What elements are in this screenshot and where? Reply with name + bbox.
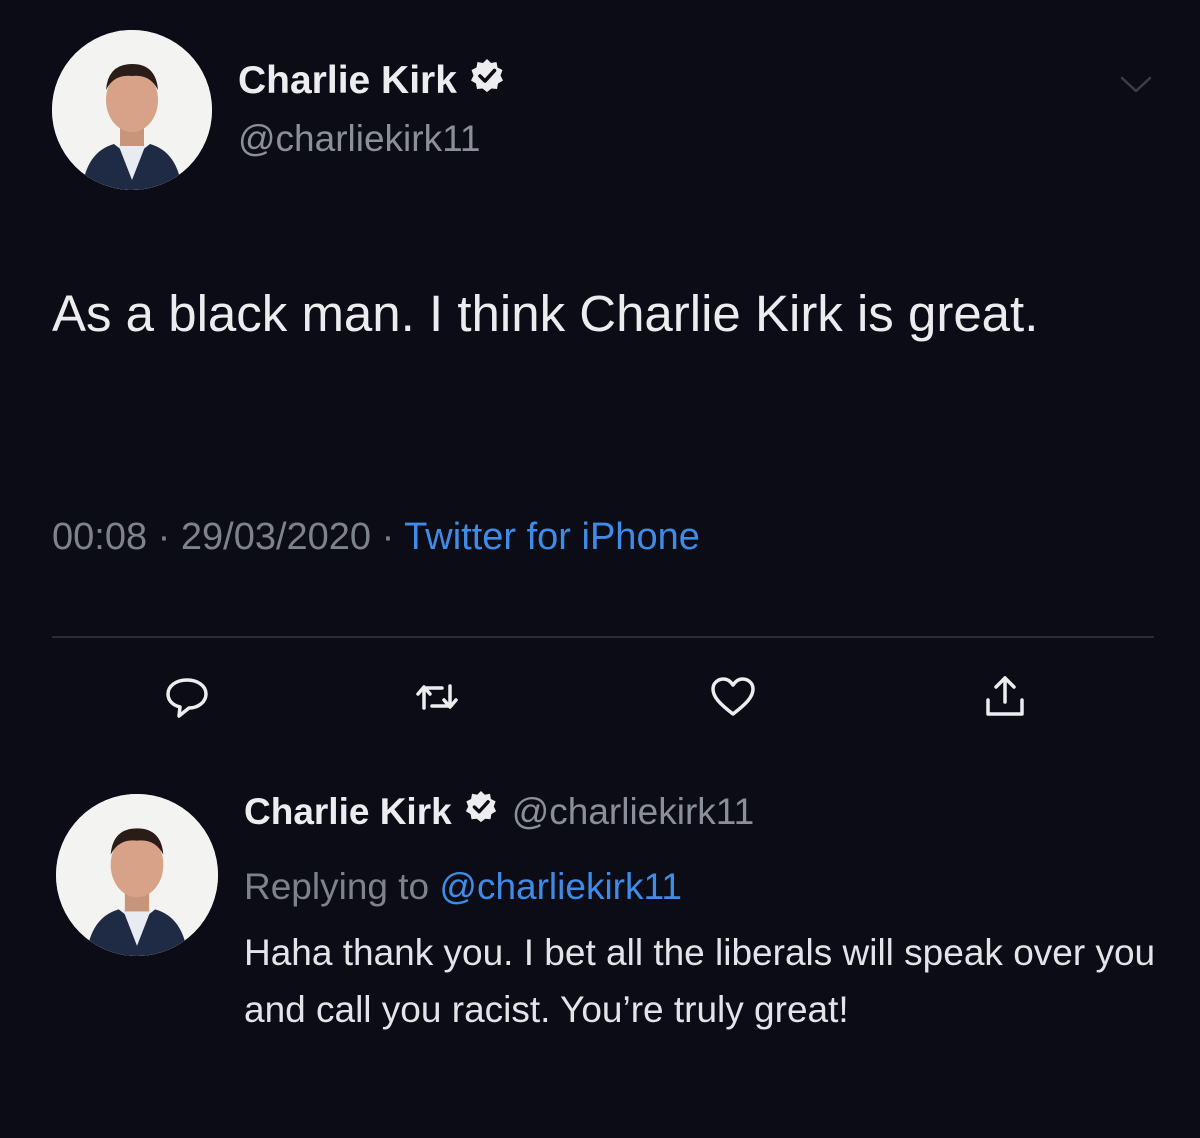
author-name[interactable]: Charlie Kirk bbox=[244, 791, 452, 833]
share-icon[interactable] bbox=[980, 672, 1030, 722]
meta-separator: · bbox=[157, 516, 171, 558]
replying-to: Replying to @charliekirk11 bbox=[244, 866, 682, 908]
meta-separator: · bbox=[381, 516, 395, 558]
tweet-date: 29/03/2020 bbox=[180, 516, 372, 558]
chevron-down-icon[interactable] bbox=[1118, 74, 1154, 96]
tweet-text: As a black man. I think Charlie Kirk is … bbox=[52, 285, 1039, 342]
avatar[interactable] bbox=[56, 794, 218, 956]
retweet-icon[interactable] bbox=[412, 672, 462, 722]
mention-link[interactable]: @charliekirk11 bbox=[439, 866, 682, 907]
divider bbox=[52, 636, 1154, 638]
author-name[interactable]: Charlie Kirk bbox=[238, 59, 457, 103]
avatar-icon bbox=[56, 794, 218, 956]
author-name-row[interactable]: Charlie Kirk bbox=[238, 58, 505, 104]
replying-to-label: Replying to bbox=[244, 866, 430, 907]
tweet-meta: 00:08 · 29/03/2020 · Twitter for iPhone bbox=[52, 516, 700, 559]
reply-icon[interactable] bbox=[162, 672, 212, 722]
author-handle[interactable]: @charliekirk11 bbox=[238, 118, 481, 160]
tweet-source-link[interactable]: Twitter for iPhone bbox=[404, 516, 700, 558]
reply-text: Haha thank you. I bet all the liberals w… bbox=[244, 932, 1156, 1030]
reply-author-row[interactable]: Charlie Kirk @charliekirk11 bbox=[244, 790, 754, 833]
author-handle[interactable]: @charliekirk11 bbox=[512, 791, 755, 833]
avatar[interactable] bbox=[52, 30, 212, 190]
avatar-icon bbox=[52, 30, 212, 190]
verified-badge-icon bbox=[469, 58, 505, 104]
tweet-time: 00:08 bbox=[52, 516, 148, 558]
heart-icon[interactable] bbox=[708, 672, 758, 722]
main-tweet: Charlie Kirk @charliekirk11 As a black m… bbox=[0, 0, 1200, 760]
verified-badge-icon bbox=[464, 790, 498, 833]
